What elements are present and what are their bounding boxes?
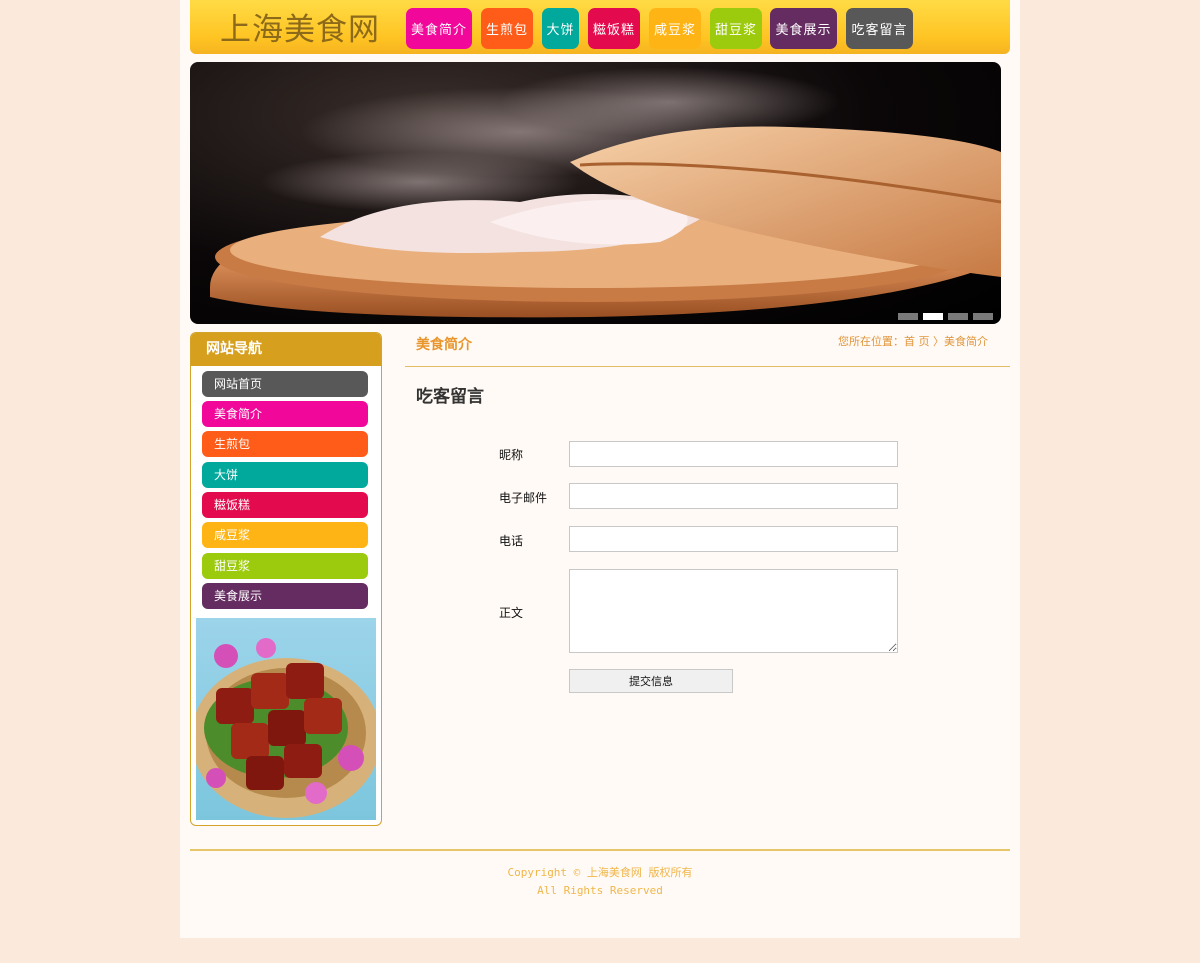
slide-dot-4[interactable] (973, 313, 993, 320)
nav-item-shengjianbao[interactable]: 生煎包 (481, 8, 533, 49)
sidebar-item-salty-soymilk[interactable]: 咸豆浆 (202, 522, 368, 548)
banner-image-steamer-dumplings (210, 67, 1001, 318)
sidebar-item-sweet-soymilk[interactable]: 甜豆浆 (202, 553, 368, 579)
submit-button[interactable]: 提交信息 (569, 669, 733, 693)
content-header: 美食简介 您所在位置：首 页 〉美食简介 (405, 332, 1010, 367)
sidebar-food-image (196, 618, 376, 820)
sidebar-title: 网站导航 (191, 333, 381, 366)
nav-item-dabing[interactable]: 大饼 (542, 8, 579, 49)
form-title: 吃客留言 (416, 387, 484, 407)
email-label: 电子邮件 (499, 491, 548, 505)
nickname-input[interactable] (569, 441, 898, 467)
footer-rights: All Rights Reserved (537, 884, 663, 897)
nav-item-intro[interactable]: 美食简介 (406, 8, 472, 49)
braised-pork-image (196, 638, 376, 818)
sidebar-item-dabing[interactable]: 大饼 (202, 462, 368, 488)
nickname-label: 昵称 (499, 448, 524, 462)
sidebar-item-intro[interactable]: 美食简介 (202, 401, 368, 427)
site-footer: Copyright © 上海美食网 版权所有 All Rights Reserv… (190, 864, 1010, 900)
breadcrumb-home-link[interactable]: 首 页 (904, 335, 930, 348)
nav-item-cifangao[interactable]: 糍饭糕 (588, 8, 640, 49)
breadcrumb-separator: 〉 (933, 335, 944, 348)
banner-slideshow[interactable] (190, 62, 1001, 324)
breadcrumb: 您所在位置：首 页 〉美食简介 (838, 333, 988, 349)
site-logo[interactable]: 上海美食网 (220, 10, 380, 50)
nav-item-showcase[interactable]: 美食展示 (770, 8, 837, 49)
sidebar-item-showcase[interactable]: 美食展示 (202, 583, 368, 609)
footer-copyright: Copyright © 上海美食网 版权所有 (507, 866, 693, 879)
slide-indicators (898, 313, 993, 320)
footer-divider (190, 849, 1010, 851)
body-label: 正文 (499, 606, 524, 620)
site-header: 上海美食网 美食简介 生煎包 大饼 糍饭糕 咸豆浆 甜豆浆 美食展示 吃客留言 (190, 0, 1010, 54)
breadcrumb-prefix: 您所在位置： (838, 335, 904, 348)
slide-dot-1[interactable] (898, 313, 918, 320)
sidebar-item-home[interactable]: 网站首页 (202, 371, 368, 397)
body-textarea[interactable] (569, 569, 898, 653)
nav-item-guestbook[interactable]: 吃客留言 (846, 8, 913, 49)
phone-label: 电话 (499, 534, 524, 548)
sidebar-item-cifangao[interactable]: 糍饭糕 (202, 492, 368, 518)
sidebar-nav: 网站导航 网站首页 美食简介 生煎包 大饼 糍饭糕 咸豆浆 甜豆浆 美食展示 (190, 332, 382, 826)
phone-input[interactable] (569, 526, 898, 552)
nav-item-sweet-soymilk[interactable]: 甜豆浆 (710, 8, 762, 49)
email-input[interactable] (569, 483, 898, 509)
main-content: 美食简介 您所在位置：首 页 〉美食简介 吃客留言 昵称 电子邮件 电话 正文 … (405, 332, 1010, 693)
sidebar-item-shengjianbao[interactable]: 生煎包 (202, 431, 368, 457)
section-title: 美食简介 (416, 337, 472, 353)
slide-dot-3[interactable] (948, 313, 968, 320)
breadcrumb-current: 美食简介 (944, 335, 988, 348)
nav-item-salty-soymilk[interactable]: 咸豆浆 (649, 8, 701, 49)
slide-dot-2[interactable] (923, 313, 943, 320)
page-container: 上海美食网 美食简介 生煎包 大饼 糍饭糕 咸豆浆 甜豆浆 美食展示 吃客留言 (180, 0, 1020, 938)
